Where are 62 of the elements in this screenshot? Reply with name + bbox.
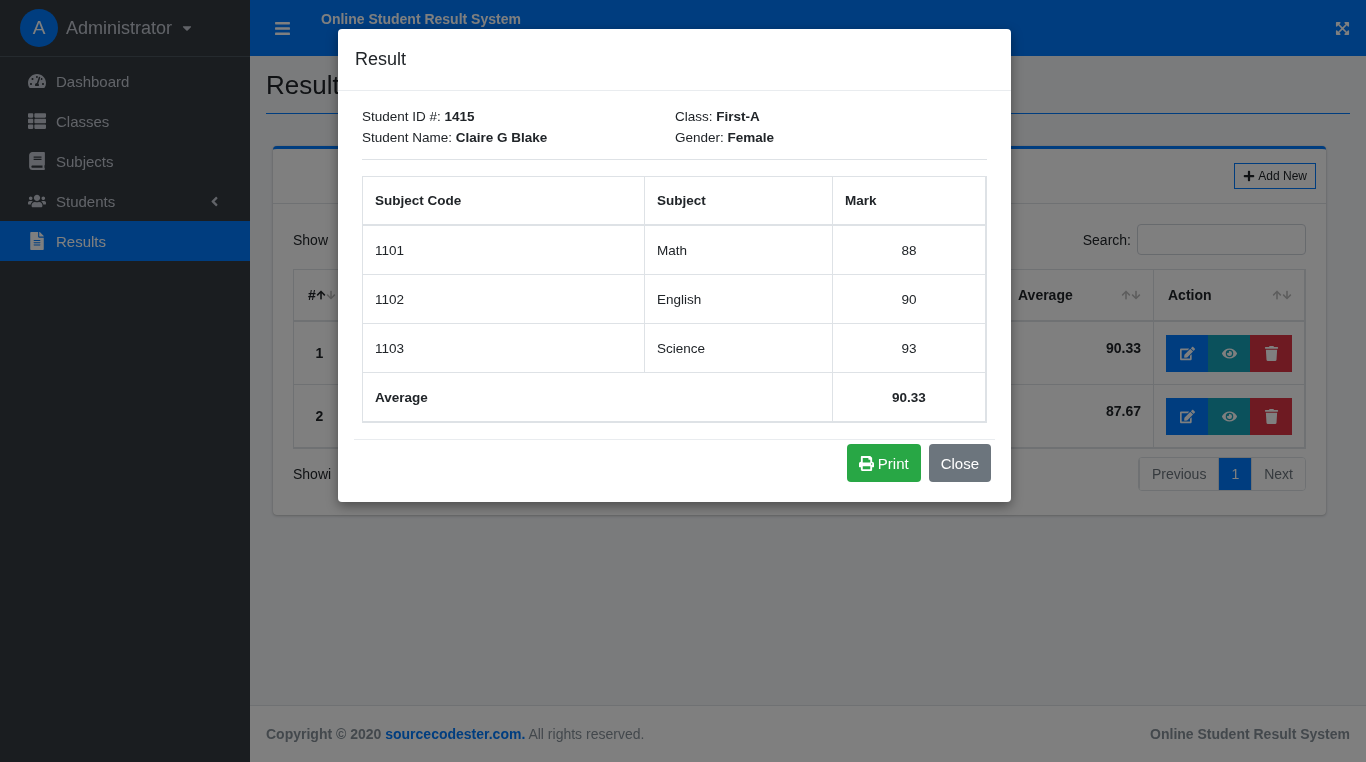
column-header: Subject (645, 177, 833, 226)
column-header: Subject Code (363, 177, 645, 226)
column-header[interactable]: Action (1154, 270, 1305, 322)
sidebar-item[interactable]: Subjects (0, 141, 250, 181)
close-button[interactable]: Close (928, 444, 991, 482)
show-label: Show (293, 231, 329, 248)
delete-button[interactable] (1250, 397, 1292, 435)
sidebar-label: Dashboard (56, 72, 131, 90)
sidebar-item[interactable]: Classes (0, 101, 250, 141)
page-button[interactable]: 1 (1218, 458, 1252, 490)
users-icon (28, 192, 46, 210)
menu-icon[interactable] (274, 19, 291, 37)
view-button[interactable] (1208, 334, 1250, 372)
sidebar-label: Students (56, 192, 117, 210)
table-cell: 88 (833, 226, 986, 275)
edit-button[interactable] (1166, 397, 1208, 435)
view-button[interactable] (1208, 397, 1250, 435)
sidebar-item[interactable]: Dashboard (0, 61, 250, 101)
user-avatar[interactable]: A (20, 9, 58, 47)
trash-icon (1263, 345, 1279, 361)
table-cell: Average (363, 373, 833, 422)
trash-icon (1263, 408, 1279, 424)
fullscreen-icon[interactable] (1335, 20, 1350, 36)
table-cell: 1103 (363, 324, 645, 373)
table-cell: 90 (833, 275, 986, 324)
add-new-button[interactable]: Add New (1234, 163, 1316, 189)
table-cell: Math (645, 226, 833, 275)
app-title: Online Student Result System (321, 10, 522, 27)
student-info: Student Name: Claire G Blake (362, 130, 549, 145)
sidebar-item[interactable]: Results (0, 221, 250, 261)
student-info: Gender: Female (675, 130, 776, 145)
sidebar-item[interactable]: Students (0, 181, 250, 221)
delete-button[interactable] (1250, 334, 1292, 372)
user-name[interactable]: Administrator (66, 17, 173, 39)
page-button[interactable]: Next (1251, 458, 1305, 490)
table-info: Showi (293, 466, 332, 482)
table-cell: 93 (833, 324, 986, 373)
dialog-title: Result (355, 49, 407, 70)
site-link[interactable]: sourcecodester.com. (385, 726, 526, 742)
printer-icon (858, 455, 874, 471)
book-icon (28, 152, 46, 170)
sidebar-label: Results (56, 232, 108, 250)
edit-button[interactable] (1166, 334, 1208, 372)
list-icon (28, 112, 46, 130)
gauge-icon (28, 72, 46, 90)
document-icon (28, 232, 46, 250)
table-cell: 1101 (363, 226, 645, 275)
edit-icon (1179, 345, 1195, 361)
table-cell: 90.33 (833, 373, 986, 422)
sidebar-label: Classes (56, 112, 111, 130)
table-cell: Science (645, 324, 833, 373)
copyright-text: Copyright © 2020 sourcecodester.com. All rights reserved. (266, 726, 645, 742)
sidebar-label: Subjects (56, 152, 115, 170)
footer-title: Online Student Result System (1150, 726, 1350, 742)
print-button[interactable]: Print (846, 444, 921, 482)
search-field[interactable] (1137, 224, 1306, 255)
column-header: Mark (833, 177, 986, 226)
table-cell: English (645, 275, 833, 324)
plus-icon (1243, 170, 1256, 182)
edit-icon (1179, 408, 1195, 424)
search-label: Search: (1082, 231, 1131, 248)
table-cell: 1102 (363, 275, 645, 324)
